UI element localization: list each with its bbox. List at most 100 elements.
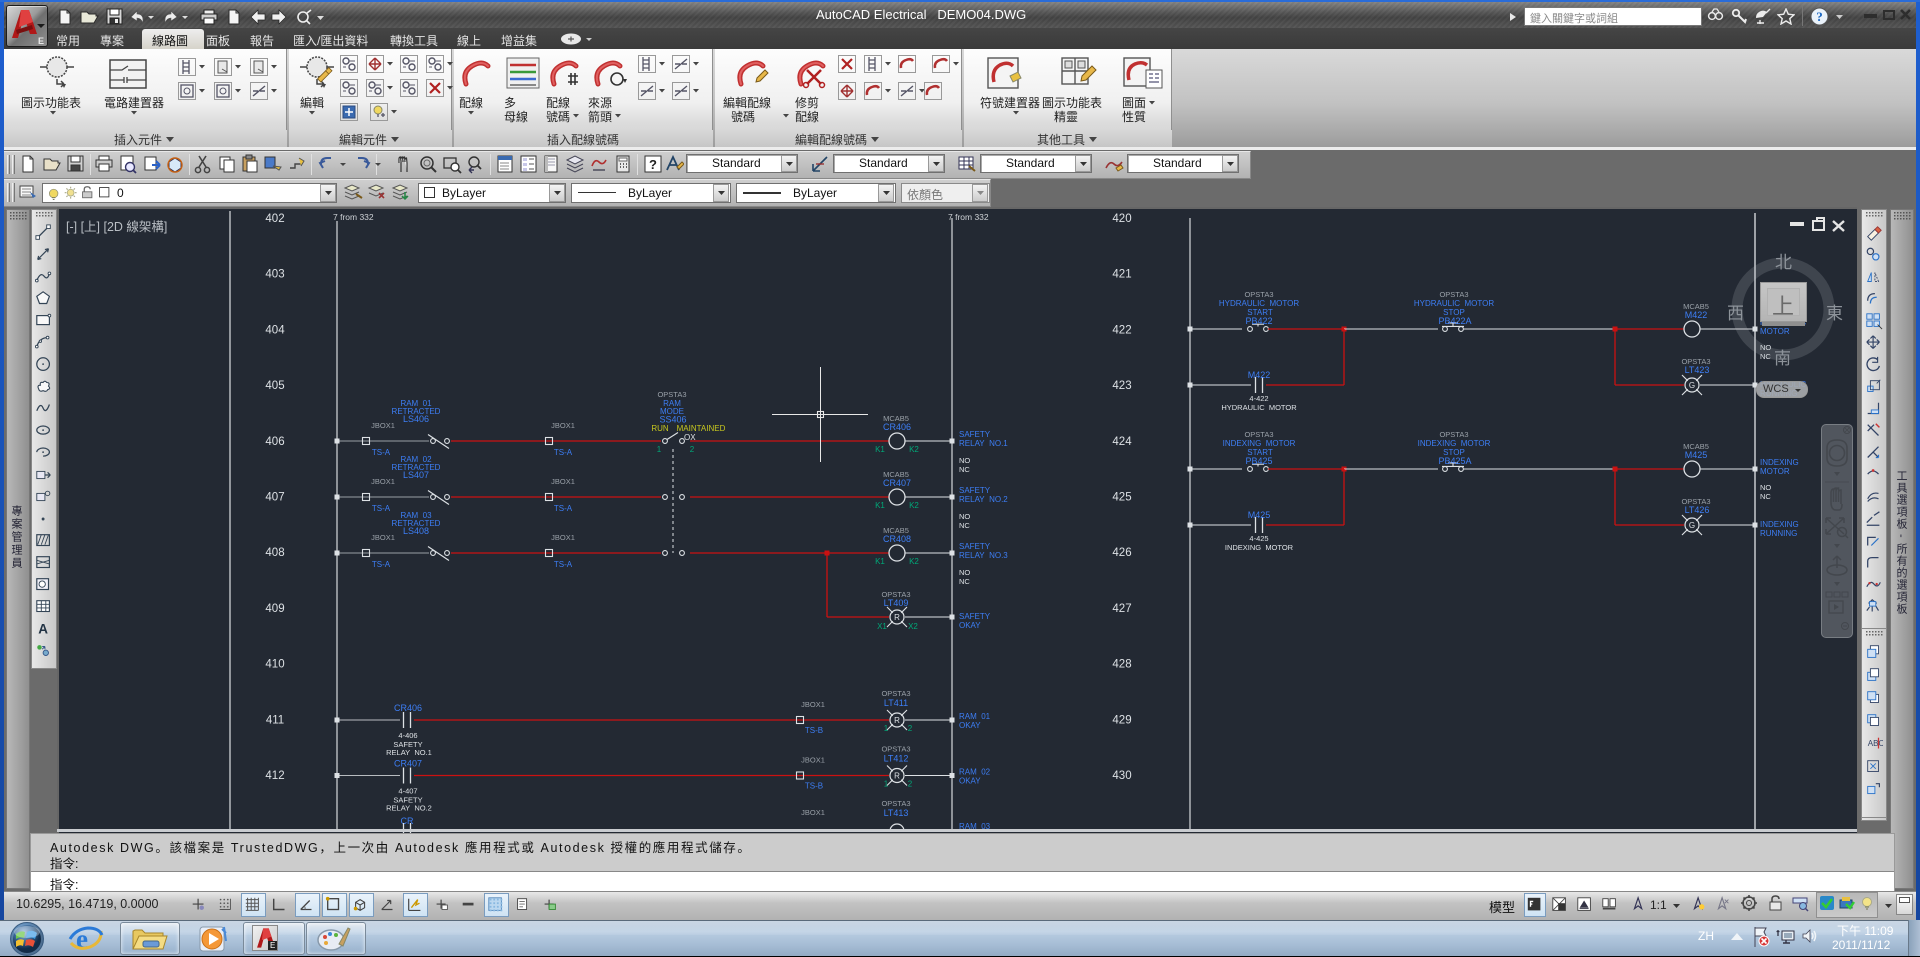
svg-text:INDEXING MOTOR: INDEXING MOTOR — [1223, 439, 1296, 448]
svg-text:NO: NO — [959, 512, 970, 521]
svg-text:RELAY NO.2: RELAY NO.2 — [959, 495, 1008, 504]
svg-text:1: 1 — [884, 780, 889, 789]
svg-text:7 from 332: 7 from 332 — [948, 212, 989, 222]
svg-text:TS-B: TS-B — [805, 726, 823, 735]
svg-text:LS408: LS408 — [403, 526, 429, 536]
svg-text:HYDRAULIC MOTOR: HYDRAULIC MOTOR — [1219, 299, 1300, 308]
svg-text:M425: M425 — [1248, 510, 1271, 520]
svg-text:OPSTA3: OPSTA3 — [1244, 290, 1273, 299]
svg-text:426: 426 — [1112, 547, 1131, 559]
svg-text:NO: NO — [959, 568, 970, 577]
svg-text:PB425A: PB425A — [1438, 456, 1471, 466]
svg-text:1: 1 — [884, 724, 889, 733]
svg-text:R: R — [894, 772, 900, 781]
svg-text:422: 422 — [1112, 324, 1131, 336]
svg-text:428: 428 — [1112, 659, 1131, 671]
svg-text:TS-A: TS-A — [372, 504, 391, 513]
svg-text:K1: K1 — [875, 445, 885, 454]
svg-text:LT426: LT426 — [1685, 505, 1710, 515]
svg-text:INDEXING: INDEXING — [1760, 520, 1799, 529]
svg-text:410: 410 — [265, 659, 284, 671]
svg-text:JBOX1: JBOX1 — [801, 808, 825, 817]
svg-text:JBOX1: JBOX1 — [551, 533, 575, 542]
svg-text:PB422A: PB422A — [1438, 316, 1471, 326]
svg-text:LS407: LS407 — [403, 470, 429, 480]
svg-text:MAINTAINED: MAINTAINED — [677, 424, 726, 433]
svg-text:RELAY NO.2: RELAY NO.2 — [386, 804, 432, 813]
svg-text:412: 412 — [265, 770, 284, 782]
svg-text:OKAY: OKAY — [959, 621, 981, 630]
svg-text:X1: X1 — [877, 622, 887, 631]
svg-text:TS-A: TS-A — [554, 560, 573, 569]
svg-text:408: 408 — [265, 547, 284, 559]
svg-text:420: 420 — [1112, 213, 1131, 225]
svg-text:RUN: RUN — [651, 424, 669, 433]
svg-text:NC: NC — [959, 465, 970, 474]
svg-text:407: 407 — [265, 492, 284, 504]
svg-text:RAM 02: RAM 02 — [959, 768, 991, 777]
svg-text:OPSTA3: OPSTA3 — [1439, 290, 1468, 299]
svg-text:[-] [上] [2D 線架構]: [-] [上] [2D 線架構] — [66, 219, 167, 234]
svg-text:PB422: PB422 — [1245, 316, 1272, 326]
svg-text:OPSTA3: OPSTA3 — [1244, 430, 1273, 439]
svg-text:OPSTA3: OPSTA3 — [1439, 430, 1468, 439]
svg-text:PB425: PB425 — [1245, 456, 1272, 466]
svg-text:LT411: LT411 — [884, 698, 908, 708]
svg-text:SS406: SS406 — [659, 415, 686, 425]
svg-text:OKAY: OKAY — [959, 721, 981, 730]
svg-text:HYDRAULIC MOTOR: HYDRAULIC MOTOR — [1414, 299, 1495, 308]
svg-text:OPSTA3: OPSTA3 — [881, 799, 910, 808]
svg-text:406: 406 — [265, 436, 284, 448]
svg-text:7 from 332: 7 from 332 — [333, 212, 374, 222]
svg-text:TS-A: TS-A — [554, 448, 573, 457]
svg-text:RELAY NO.1: RELAY NO.1 — [386, 748, 432, 757]
svg-text:2: 2 — [908, 780, 913, 789]
svg-text:?: ? — [1816, 9, 1823, 24]
svg-text:INDEXING MOTOR: INDEXING MOTOR — [1225, 543, 1294, 552]
svg-text:JBOX1: JBOX1 — [371, 421, 395, 430]
svg-text:INDEXING: INDEXING — [1760, 458, 1799, 467]
svg-text:HYDRAULIC MOTOR: HYDRAULIC MOTOR — [1221, 403, 1297, 412]
svg-text:OKAY: OKAY — [959, 777, 981, 786]
svg-text:CR406: CR406 — [394, 703, 422, 713]
svg-text:R: R — [894, 613, 900, 622]
svg-text:JBOX1: JBOX1 — [551, 421, 575, 430]
svg-text:MOTOR: MOTOR — [1760, 467, 1790, 476]
svg-text:K1: K1 — [875, 501, 885, 510]
svg-text:NO: NO — [959, 456, 970, 465]
svg-text:404: 404 — [265, 324, 285, 336]
svg-text:429: 429 — [1112, 714, 1131, 726]
svg-text:ABC: ABC — [1868, 739, 1883, 748]
svg-text:M425: M425 — [1685, 450, 1708, 460]
svg-text:LT413: LT413 — [884, 808, 909, 818]
svg-text:OPSTA3: OPSTA3 — [881, 745, 910, 754]
svg-text:LT423: LT423 — [1685, 365, 1710, 375]
svg-text:X2: X2 — [908, 622, 918, 631]
svg-text:RAM 01: RAM 01 — [959, 712, 991, 721]
svg-text:?: ? — [649, 157, 657, 172]
svg-text:CR407: CR407 — [883, 478, 911, 488]
svg-text:RELAY NO.3: RELAY NO.3 — [959, 551, 1008, 560]
svg-text:CR: CR — [401, 816, 414, 826]
svg-text:SAFETY: SAFETY — [959, 430, 991, 439]
svg-text:JBOX1: JBOX1 — [801, 756, 825, 765]
svg-text:425: 425 — [1112, 492, 1131, 504]
svg-text:G: G — [1689, 521, 1695, 530]
svg-text:RELAY NO.1: RELAY NO.1 — [959, 439, 1008, 448]
svg-text:LT412: LT412 — [884, 754, 909, 764]
svg-text:421: 421 — [1112, 269, 1131, 281]
svg-text:TS-A: TS-A — [554, 504, 573, 513]
svg-text:4-425: 4-425 — [1249, 534, 1268, 543]
svg-text:G: G — [1689, 381, 1695, 390]
svg-text:K1: K1 — [875, 557, 885, 566]
svg-text:LT409: LT409 — [884, 598, 909, 608]
svg-text:CR407: CR407 — [394, 759, 422, 769]
svg-text:INDEXING MOTOR: INDEXING MOTOR — [1418, 439, 1491, 448]
svg-text:4-422: 4-422 — [1249, 394, 1268, 403]
svg-text:430: 430 — [1112, 770, 1131, 782]
svg-text:NC: NC — [959, 521, 970, 530]
svg-text:M422: M422 — [1685, 310, 1708, 320]
svg-text:K2: K2 — [909, 557, 919, 566]
svg-text:K2: K2 — [909, 501, 919, 510]
svg-text:2: 2 — [690, 445, 695, 454]
